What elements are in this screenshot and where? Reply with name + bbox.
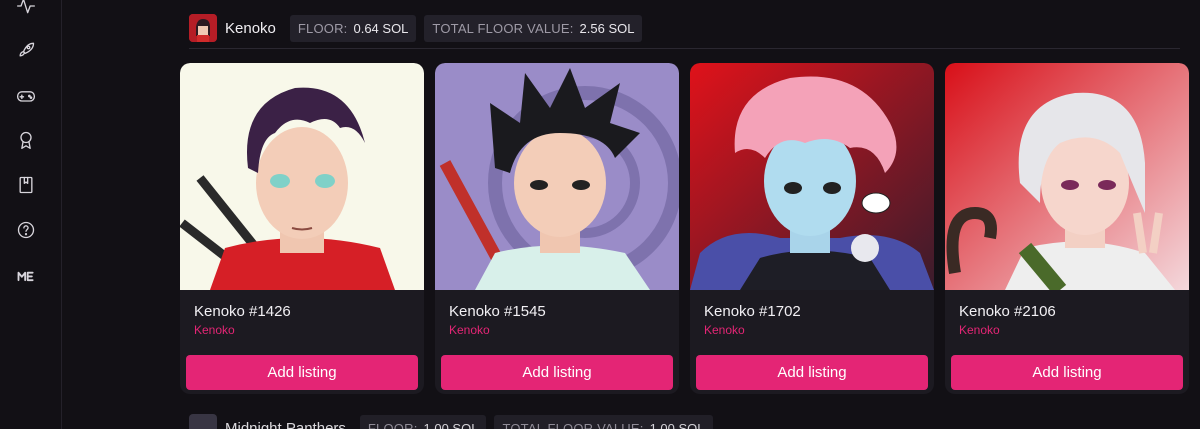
add-listing-button[interactable]: Add listing [441,355,673,390]
book-icon[interactable] [14,173,38,197]
next-floor-value: 1.00 SOL [423,420,479,429]
add-listing-button[interactable]: Add listing [696,355,928,390]
nft-collection-link[interactable]: Kenoko [704,323,745,337]
next-total-floor-pill: TOTAL FLOOR VALUE: 1.00 SOL [494,414,713,429]
nft-collection-link[interactable]: Kenoko [194,323,235,337]
nft-image[interactable] [945,63,1189,290]
sidebar [0,0,62,429]
total-floor-pill: TOTAL FLOOR VALUE: 2.56 SOL [424,14,643,42]
next-collection-avatar[interactable] [189,414,217,429]
gamepad-icon[interactable] [14,84,38,108]
activity-icon[interactable] [14,0,38,18]
magic-eden-logo-icon[interactable] [14,264,38,288]
nft-collection-link[interactable]: Kenoko [959,323,1000,337]
nft-collection-link[interactable]: Kenoko [449,323,490,337]
rocket-icon[interactable] [14,38,38,62]
nft-image[interactable] [435,63,679,290]
header-divider [189,48,1180,49]
collection-name[interactable]: Kenoko [225,20,276,37]
award-icon[interactable] [14,128,38,152]
nft-title[interactable]: Kenoko #1545 [449,303,546,320]
next-collection-header: Midnight Panthers FLOOR: 1.00 SOL TOTAL … [189,414,713,429]
next-floor-label: FLOOR: [367,420,418,429]
collection-header: Kenoko FLOOR: 0.64 SOL TOTAL FLOOR VALUE… [189,13,643,43]
nft-image[interactable] [180,63,424,290]
nft-card[interactable]: Kenoko #1702 Kenoko Add listing [690,63,934,394]
next-collection-name[interactable]: Midnight Panthers [225,420,346,429]
total-floor-value: 2.56 SOL [579,20,635,36]
next-total-floor-value: 1.00 SOL [649,420,705,429]
total-floor-label: TOTAL FLOOR VALUE: [432,20,574,36]
next-total-floor-label: TOTAL FLOOR VALUE: [502,420,644,429]
nft-title[interactable]: Kenoko #1702 [704,303,801,320]
nft-title[interactable]: Kenoko #2106 [959,303,1056,320]
add-listing-button[interactable]: Add listing [951,355,1183,390]
help-icon[interactable] [14,218,38,242]
floor-label: FLOOR: [297,20,348,36]
floor-pill: FLOOR: 0.64 SOL [289,14,417,42]
nft-image[interactable] [690,63,934,290]
nft-title[interactable]: Kenoko #1426 [194,303,291,320]
add-listing-button[interactable]: Add listing [186,355,418,390]
nft-card[interactable]: Kenoko #1545 Kenoko Add listing [435,63,679,394]
collection-avatar[interactable] [189,14,217,42]
floor-value: 0.64 SOL [353,20,409,36]
nft-card[interactable]: Kenoko #1426 Kenoko Add listing [180,63,424,394]
next-floor-pill: FLOOR: 1.00 SOL [359,414,487,429]
nft-card[interactable]: Kenoko #2106 Kenoko Add listing [945,63,1189,394]
